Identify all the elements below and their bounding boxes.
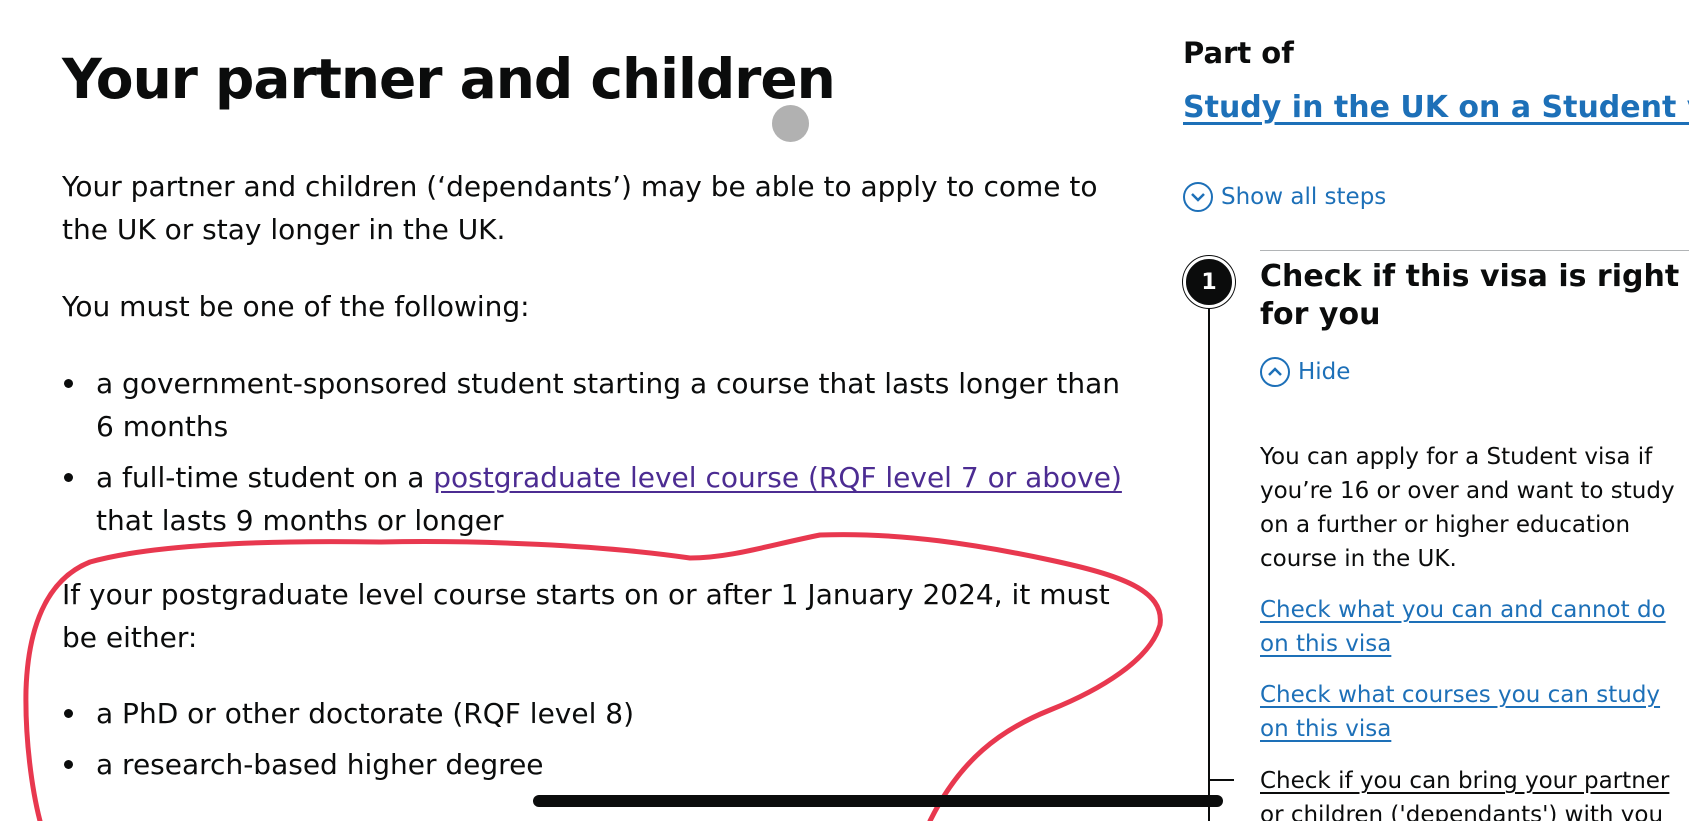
list-item-suffix: that lasts 9 months or longer — [96, 504, 504, 537]
step-link-can-do[interactable]: Check what you can and cannot do on this… — [1260, 593, 1680, 661]
touch-indicator — [772, 105, 809, 142]
bullet-icon — [64, 379, 73, 388]
intro-paragraph: Your partner and children (‘dependants’)… — [62, 170, 1098, 246]
list-item-prefix: a full-time student on a — [96, 461, 434, 494]
hide-step-button[interactable]: Hide — [1260, 357, 1350, 387]
eligibility-list: a government-sponsored student starting … — [62, 362, 1142, 550]
postgraduate-course-link[interactable]: postgraduate level course (RQF level 7 o… — [433, 461, 1122, 494]
step-description: You can apply for a Student visa if you’… — [1260, 444, 1675, 572]
home-indicator[interactable] — [533, 795, 1223, 807]
chevron-down-circle-icon — [1183, 182, 1213, 212]
list-item-text: a government-sponsored student starting … — [96, 367, 1120, 443]
step-number-badge: 1 — [1183, 256, 1235, 308]
list-item: a full-time student on a postgraduate le… — [62, 456, 1142, 542]
list-item-text: a research-based higher degree — [96, 748, 544, 781]
step-connector-line — [1208, 300, 1210, 821]
hide-step-label: Hide — [1298, 359, 1351, 385]
bullet-icon — [64, 473, 73, 482]
bullet-icon — [64, 760, 73, 769]
page-title: Your partner and children — [62, 47, 836, 111]
show-all-steps-label: Show all steps — [1221, 184, 1387, 210]
current-step-marker — [1208, 779, 1234, 781]
page: Your partner and children Your partner a… — [0, 0, 1689, 821]
eligibility-intro: You must be one of the following: — [62, 290, 530, 323]
part-of-label: Part of — [1183, 36, 1294, 70]
bullet-icon — [64, 709, 73, 718]
list-item: a government-sponsored student starting … — [62, 362, 1142, 448]
list-item-text: a PhD or other doctorate (RQF level 8) — [96, 697, 635, 730]
chevron-up-circle-icon — [1260, 357, 1290, 387]
list-item: a PhD or other doctorate (RQF level 8) — [62, 692, 1142, 735]
parent-guide-link[interactable]: Study in the UK on a Student visa — [1183, 90, 1689, 125]
postgraduate-rule: If your postgraduate level course starts… — [62, 578, 1110, 654]
postgraduate-list: a PhD or other doctorate (RQF level 8) a… — [62, 692, 1142, 794]
step-link-courses[interactable]: Check what courses you can study on this… — [1260, 678, 1680, 746]
show-all-steps-button[interactable]: Show all steps — [1183, 182, 1386, 212]
step-link-dependants[interactable]: Check if you can bring your partner or c… — [1260, 764, 1680, 821]
step-title[interactable]: Check if this visa is right for you — [1260, 258, 1680, 334]
list-item: a research-based higher degree — [62, 743, 1142, 786]
step-divider — [1260, 250, 1689, 251]
